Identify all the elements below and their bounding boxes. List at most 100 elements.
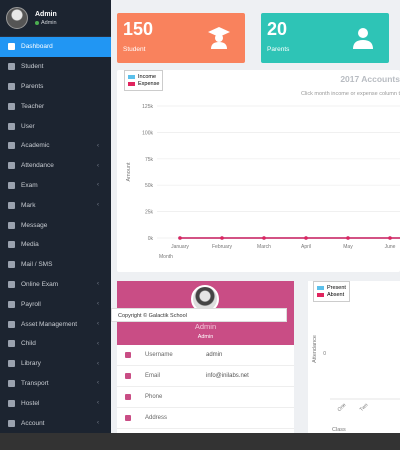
chevron-left-icon: ‹ — [97, 400, 99, 407]
y-tick-label: 25k — [145, 210, 154, 216]
mark-icon — [8, 201, 15, 209]
sidebar-item-label: Hostel — [21, 399, 40, 407]
profile-row-email: Email info@inilabs.net — [117, 366, 294, 387]
user-panel[interactable]: Admin Admin — [0, 0, 111, 37]
y-tick-label: 0 — [323, 351, 326, 357]
x-tick-label: February — [212, 244, 233, 250]
sidebar-item-hostel[interactable]: Hostel ‹ — [0, 393, 111, 413]
exam-icon — [8, 181, 15, 189]
data-point-expense — [346, 236, 350, 240]
sidebar-item-label: Asset Management — [21, 320, 78, 328]
chart-subtitle: Click month income or expense column t — [300, 91, 400, 97]
chevron-left-icon: ‹ — [97, 202, 99, 209]
user-icon — [8, 122, 15, 130]
x-tick-label: One — [336, 402, 347, 413]
student-stat-card[interactable]: 150 Student — [117, 13, 245, 63]
sidebar-item-child[interactable]: Child ‹ — [0, 334, 111, 354]
expense-swatch — [128, 82, 135, 86]
sidebar-item-mail-sms[interactable]: Mail / SMS — [0, 255, 111, 275]
profile-role: Admin — [197, 334, 214, 340]
profile-name: Admin — [194, 322, 217, 331]
sidebar-item-label: Transport — [21, 379, 49, 387]
sidebar-item-transport[interactable]: Transport ‹ — [0, 374, 111, 394]
sidebar-item-label: Student — [21, 63, 44, 71]
sidebar-item-user[interactable]: User — [0, 116, 111, 136]
user-role: Admin — [35, 20, 57, 26]
sidebar-item-media[interactable]: Media — [0, 235, 111, 255]
sidebar-item-attendance[interactable]: Attendance ‹ — [0, 156, 111, 176]
transport-icon — [8, 379, 15, 387]
x-axis-label: Month — [159, 254, 173, 260]
profile-field-label: Email — [145, 373, 161, 379]
student-icon — [8, 63, 15, 71]
legend-expense[interactable]: Expense — [128, 81, 159, 87]
sidebar-item-label: Mail / SMS — [21, 261, 53, 269]
sidebar-item-student[interactable]: Student — [0, 57, 111, 77]
chevron-left-icon: ‹ — [97, 420, 99, 427]
chevron-left-icon: ‹ — [97, 380, 99, 387]
chevron-left-icon: ‹ — [97, 281, 99, 288]
y-tick-label: 0k — [148, 236, 154, 242]
present-swatch — [317, 286, 324, 290]
x-tick-label: May — [343, 244, 353, 250]
sidebar-item-label: Library — [21, 360, 41, 368]
legend-expense-label: Expense — [138, 81, 160, 87]
sidebar-item-library[interactable]: Library ‹ — [0, 354, 111, 374]
legend-absent-label: Absent — [327, 292, 345, 298]
legend-present[interactable]: Present — [317, 285, 346, 291]
legend-absent[interactable]: Absent — [317, 292, 346, 298]
y-axis-label: Attendance — [312, 335, 318, 363]
legend-present-label: Present — [327, 285, 346, 291]
accounts-chart-card: 0k 25k 50k 75k 100k 125k Amount January February… — [117, 70, 400, 272]
sidebar-item-label: Account — [21, 419, 45, 427]
legend-income-label: Income — [138, 74, 157, 80]
user-role-label: Admin — [41, 19, 57, 26]
legend-income[interactable]: Income — [128, 74, 159, 80]
academic-icon — [8, 142, 15, 150]
y-tick-label: 50k — [145, 183, 154, 189]
sidebar-nav: Dashboard Student Parents Teacher User Academ… — [0, 37, 111, 433]
sidebar-item-teacher[interactable]: Teacher — [0, 96, 111, 116]
sidebar-item-label: Attendance — [21, 162, 54, 170]
sidebar-item-label: Media — [21, 241, 39, 249]
chevron-left-icon: ‹ — [97, 182, 99, 189]
account-icon — [8, 419, 15, 427]
data-point-expense — [304, 236, 308, 240]
sidebar-item-label: Teacher — [21, 102, 45, 110]
sidebar-item-parents[interactable]: Parents — [0, 77, 111, 97]
avatar[interactable] — [6, 7, 28, 29]
sidebar-item-label: Payroll — [21, 300, 41, 308]
phone-icon — [125, 394, 131, 400]
main-content: 150 Student 20 Parents 0k 25k 50k 75k 100k 12… — [111, 0, 400, 433]
sidebar-item-academic[interactable]: Academic ‹ — [0, 136, 111, 156]
hostel-icon — [8, 399, 15, 407]
parents-stat-card[interactable]: 20 Parents — [261, 13, 389, 63]
user-icon — [353, 28, 373, 49]
child-icon — [8, 340, 15, 348]
attendance-chart-card: 0 Attendance One Two Class Present Absent — [308, 281, 400, 433]
parents-icon — [8, 82, 15, 90]
email-icon — [125, 373, 131, 379]
sidebar-item-exam[interactable]: Exam ‹ — [0, 176, 111, 196]
sidebar-item-payroll[interactable]: Payroll ‹ — [0, 294, 111, 314]
accounts-chart[interactable]: 0k 25k 50k 75k 100k 125k Amount January February… — [117, 70, 400, 272]
sidebar-item-online-exam[interactable]: Online Exam ‹ — [0, 275, 111, 295]
sidebar-item-label: Child — [21, 340, 36, 348]
attendance-legend: Present Absent — [313, 281, 350, 302]
attendance-chart[interactable]: 0AttendanceOne TwoClass — [308, 281, 400, 433]
sidebar-item-asset-management[interactable]: Asset Management ‹ — [0, 314, 111, 334]
profile-row-phone: Phone — [117, 387, 294, 408]
sidebar-item-dashboard[interactable]: Dashboard — [0, 37, 111, 57]
footer-copyright: Copyright © Galactik School — [111, 308, 287, 322]
sidebar-item-account[interactable]: Account ‹ — [0, 413, 111, 433]
mail-icon — [8, 261, 15, 269]
profile-row-username: Username admin — [117, 345, 294, 366]
y-tick-label: 75k — [145, 157, 154, 163]
sidebar-item-mark[interactable]: Mark ‹ — [0, 195, 111, 215]
sidebar-item-label: User — [21, 122, 35, 130]
attendance-icon — [8, 162, 15, 170]
sidebar-item-message[interactable]: Message — [0, 215, 111, 235]
chevron-left-icon: ‹ — [97, 340, 99, 347]
chevron-left-icon: ‹ — [97, 360, 99, 367]
online-exam-icon — [8, 280, 15, 288]
